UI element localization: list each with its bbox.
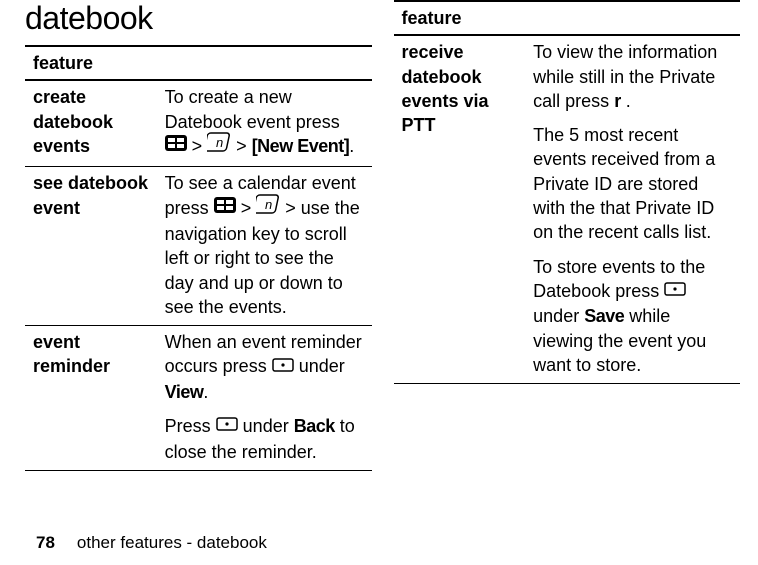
- page-key-icon: [207, 132, 231, 158]
- feature-table-right: feature receive datebook events via PTT …: [394, 0, 741, 384]
- text: .: [203, 382, 208, 402]
- text: .: [349, 136, 354, 156]
- table-row: event reminder When an event reminder oc…: [25, 326, 372, 471]
- feature-name: see datebook event: [25, 167, 157, 326]
- feature-desc: To create a new Datebook event press > >…: [157, 80, 372, 166]
- table-row: see datebook event To see a calendar eve…: [25, 167, 372, 326]
- softkey-icon: [272, 354, 294, 378]
- footer-text: other features - datebook: [77, 533, 267, 552]
- page-key-icon: [256, 194, 280, 220]
- feature-desc: When an event reminder occurs press unde…: [157, 326, 372, 471]
- text: .: [621, 91, 631, 111]
- feature-name: event reminder: [25, 326, 157, 471]
- table-row: receive datebook events via PTT To view …: [394, 35, 741, 383]
- text: under: [238, 416, 294, 436]
- text: The 5 most recent events received from a…: [533, 123, 732, 244]
- softkey-icon: [664, 278, 686, 302]
- text: >: [231, 136, 252, 156]
- text: under: [533, 306, 584, 326]
- text: Press: [165, 416, 216, 436]
- feature-table-left: feature create datebook events To create…: [25, 45, 372, 471]
- feature-desc: To see a calendar event press > > use th…: [157, 167, 372, 326]
- table-row: create datebook events To create a new D…: [25, 80, 372, 166]
- page-heading: datebook: [25, 0, 372, 37]
- menu-label: [New Event]: [252, 136, 350, 156]
- menu-key-icon: [165, 133, 187, 157]
- page-footer: 78 other features - datebook: [36, 533, 267, 553]
- table-header: feature: [394, 1, 741, 35]
- key-label: View: [165, 382, 204, 402]
- table-header: feature: [25, 46, 372, 80]
- feature-name: create datebook events: [25, 80, 157, 166]
- text: >: [187, 136, 208, 156]
- page-number: 78: [36, 533, 55, 552]
- key-label: Back: [294, 416, 335, 436]
- key-label: Save: [584, 306, 624, 326]
- text: To create a new Datebook event press: [165, 87, 340, 131]
- menu-key-icon: [214, 195, 236, 219]
- softkey-icon: [216, 413, 238, 437]
- feature-name: receive datebook events via PTT: [394, 35, 526, 383]
- feature-desc: To view the information while still in t…: [525, 35, 740, 383]
- text: under: [294, 356, 345, 376]
- text: >: [236, 198, 257, 218]
